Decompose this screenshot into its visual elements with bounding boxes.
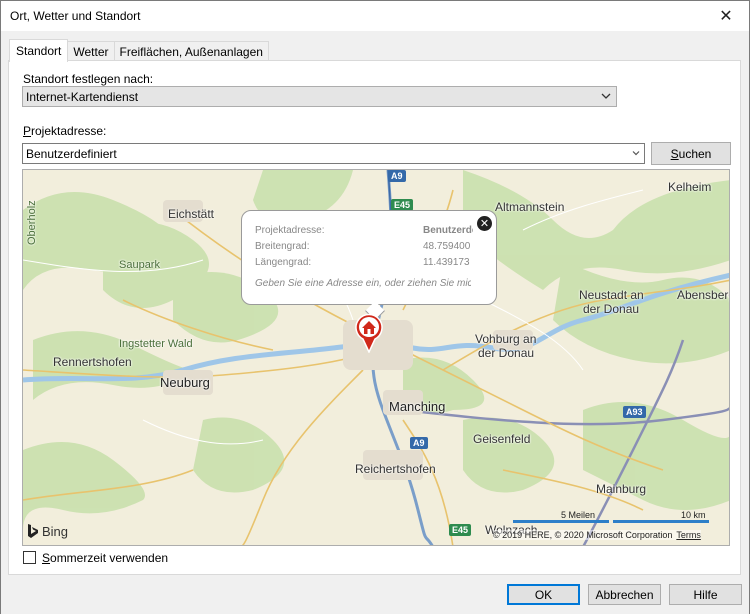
place-oberholz: Oberholz [26,200,38,245]
title-bar: Ort, Wetter und Standort ✕ [1,1,749,31]
scale-km: 10 km [681,510,706,520]
bing-icon [28,524,38,538]
highway-shield-e45: E45 [449,524,472,536]
place-mainburg: Mainburg [596,482,647,496]
dst-label: Sommerzeit verwenden [42,551,169,565]
search-button[interactable]: Suchen [651,142,731,165]
tab-standort[interactable]: Standort [9,39,69,62]
tab-bar: Standort Wetter Freiflächen, Außenanlage… [9,39,269,62]
popup-close-icon[interactable]: ✕ [477,216,492,231]
place-neustadt-line2: der Donau [583,302,640,316]
location-method-select[interactable]: Internet-Kartendienst [22,86,617,107]
window-title: Ort, Wetter und Standort [10,9,141,23]
place-ingstetter-wald: Ingstetter Wald [119,338,193,350]
place-manching: Manching [389,399,446,414]
place-vohburg-line2: der Donau [478,346,535,360]
scale-bar [513,520,709,523]
place-vohburg-line1: Vohburg an [475,332,537,346]
place-rennertshofen: Rennertshofen [53,355,132,369]
location-popup: Projektadresse: Benutzerdefiniert Breite… [241,210,497,321]
place-geisenfeld: Geisenfeld [473,432,531,446]
popup-address-label: Projektadresse: [255,225,325,236]
location-method-value: Internet-Kartendienst [26,89,139,104]
scale-miles: 5 Meilen [561,510,596,520]
terms-link[interactable]: Terms [676,530,701,540]
bing-logo: Bing [27,523,68,539]
place-saupark: Saupark [119,259,160,271]
place-eichstaett: Eichstätt [168,207,215,221]
close-icon[interactable]: ✕ [703,1,749,31]
dst-checkbox[interactable] [23,551,36,564]
highway-shield-a93: A93 [623,406,646,418]
ok-button[interactable]: OK [507,584,580,605]
popup-lon-value: 11.439173 [423,257,470,268]
popup-lat-label: Breitengrad: [255,241,310,252]
chevron-down-icon [601,93,611,99]
map-view[interactable]: Eichstätt Saupark Oberholz Ingstetter Wa… [22,169,730,546]
map-copyright: © 2019 HERE, © 2020 Microsoft Corporatio… [493,530,701,540]
place-abensberg: Abensberg [677,288,730,302]
help-button[interactable]: Hilfe [669,584,742,605]
highway-shield-a9: A9 [410,437,428,449]
highway-shield-a9: A9 [388,170,406,182]
location-pin-icon[interactable] [354,313,384,353]
project-address-combo[interactable]: Benutzerdefiniert [22,143,645,164]
place-altmannstein: Altmannstein [495,200,565,214]
place-reichertshofen: Reichertshofen [355,462,436,476]
popup-lon-label: Längengrad: [255,257,312,268]
popup-address-value: Benutzerdefiniert [423,225,473,236]
cancel-button[interactable]: Abbrechen [588,584,661,605]
tab-freiflaechen[interactable]: Freiflächen, Außenanlagen [113,41,269,62]
tab-wetter[interactable]: Wetter [67,41,115,62]
popup-lat-value: 48.759400 [423,241,471,252]
project-address-label: Projektadresse: [23,124,107,138]
bing-label: Bing [42,523,69,539]
location-method-label: Standort festlegen nach: [23,72,154,86]
popup-hint: Geben Sie eine Adresse ein, oder ziehen … [255,278,471,289]
chevron-down-icon [632,151,640,156]
place-neuburg: Neuburg [160,375,210,390]
project-address-value: Benutzerdefiniert [26,146,117,161]
place-kelheim: Kelheim [668,180,712,194]
place-neustadt-line1: Neustadt an [579,288,644,302]
